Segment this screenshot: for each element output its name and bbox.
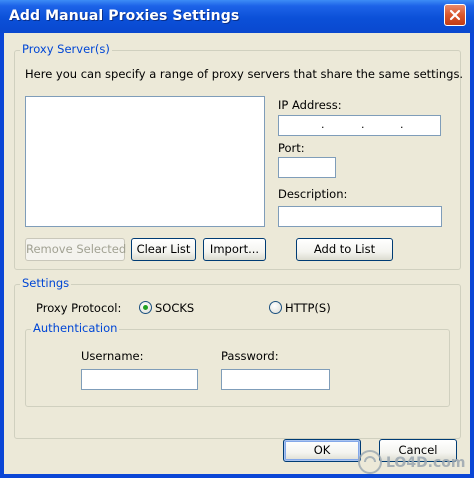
remove-selected-button[interactable]: Remove Selected (25, 238, 126, 261)
ip-octet-separator: . (321, 118, 325, 131)
ip-address-label: IP Address: (278, 98, 342, 112)
password-field[interactable] (221, 369, 330, 390)
port-field[interactable] (278, 157, 336, 178)
radio-selected-dot (143, 305, 148, 310)
ok-button[interactable]: OK (283, 439, 361, 462)
proxy-servers-description: Here you can specify a range of proxy se… (25, 67, 464, 81)
description-label: Description: (278, 187, 348, 201)
close-button[interactable] (444, 4, 466, 26)
ip-address-field[interactable]: . . . (278, 115, 441, 136)
window-title: Add Manual Proxies Settings (9, 8, 240, 24)
dialog-window: Add Manual Proxies Settings Proxy Server… (0, 0, 474, 478)
clear-list-button[interactable]: Clear List (131, 238, 196, 261)
lo4d-watermark-logo: LO4D.com (358, 450, 466, 474)
add-to-list-button[interactable]: Add to List (296, 238, 393, 261)
authentication-legend: Authentication (31, 321, 120, 335)
socks-radio[interactable] (139, 301, 152, 314)
username-label: Username: (81, 349, 144, 363)
ip-octet-separator: . (400, 118, 404, 131)
close-icon (449, 9, 461, 21)
import-button[interactable]: Import... (203, 238, 266, 261)
proxy-server-list[interactable] (25, 96, 265, 227)
https-radio[interactable] (269, 301, 282, 314)
ip-octet-separator: . (361, 118, 365, 131)
proxy-servers-legend: Proxy Server(s) (20, 42, 112, 56)
settings-legend: Settings (20, 276, 72, 290)
title-bar[interactable]: Add Manual Proxies Settings (0, 0, 474, 33)
svg-text:LO4D.com: LO4D.com (386, 455, 466, 471)
authentication-group (25, 329, 450, 407)
description-field[interactable] (278, 206, 442, 227)
https-option-label[interactable]: HTTP(S) (285, 301, 331, 315)
proxy-protocol-label: Proxy Protocol: (36, 301, 122, 315)
dialog-client-area: Proxy Server(s) Here you can specify a r… (4, 33, 470, 474)
username-field[interactable] (81, 369, 198, 390)
password-label: Password: (221, 349, 279, 363)
socks-option-label[interactable]: SOCKS (155, 301, 194, 315)
port-label: Port: (278, 141, 305, 155)
